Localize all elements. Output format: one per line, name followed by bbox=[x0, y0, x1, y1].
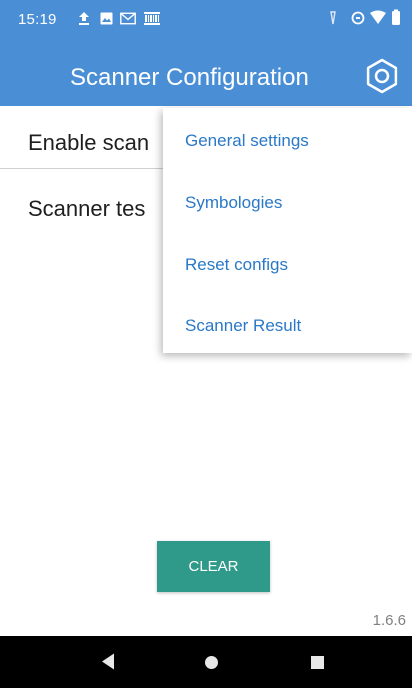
menu-item-symbologies[interactable]: Symbologies bbox=[185, 193, 282, 213]
alarm-icon bbox=[330, 11, 336, 25]
app-bar: Scanner Configuration bbox=[0, 36, 412, 106]
menu-item-scanner-result[interactable]: Scanner Result bbox=[185, 316, 301, 336]
status-bar: 15:19 bbox=[0, 0, 412, 36]
menu-item-reset-configs[interactable]: Reset configs bbox=[185, 255, 288, 275]
battery-icon bbox=[392, 9, 400, 25]
back-icon[interactable] bbox=[101, 653, 115, 670]
clear-button[interactable]: CLEAR bbox=[157, 541, 270, 592]
status-time: 15:19 bbox=[18, 11, 57, 28]
menu-item-general-settings[interactable]: General settings bbox=[185, 131, 309, 151]
version-label: 1.6.6 bbox=[372, 612, 406, 629]
app-title: Scanner Configuration bbox=[70, 64, 309, 91]
data-saver-icon bbox=[351, 11, 365, 25]
upload-icon bbox=[79, 12, 89, 25]
gmail-icon bbox=[120, 12, 136, 25]
image-icon bbox=[100, 12, 113, 25]
navigation-bar bbox=[0, 636, 412, 688]
wifi-icon bbox=[370, 10, 386, 24]
scanner-test-label: Scanner tes bbox=[28, 196, 146, 221]
gear-icon[interactable] bbox=[364, 58, 400, 94]
home-icon[interactable] bbox=[205, 656, 218, 669]
overflow-menu: General settings Symbologies Reset confi… bbox=[163, 108, 412, 353]
system-status-icons bbox=[330, 9, 400, 25]
barcode-icon bbox=[144, 12, 160, 25]
enable-scanner-label: Enable scan bbox=[28, 130, 150, 155]
recents-icon[interactable] bbox=[311, 656, 324, 669]
